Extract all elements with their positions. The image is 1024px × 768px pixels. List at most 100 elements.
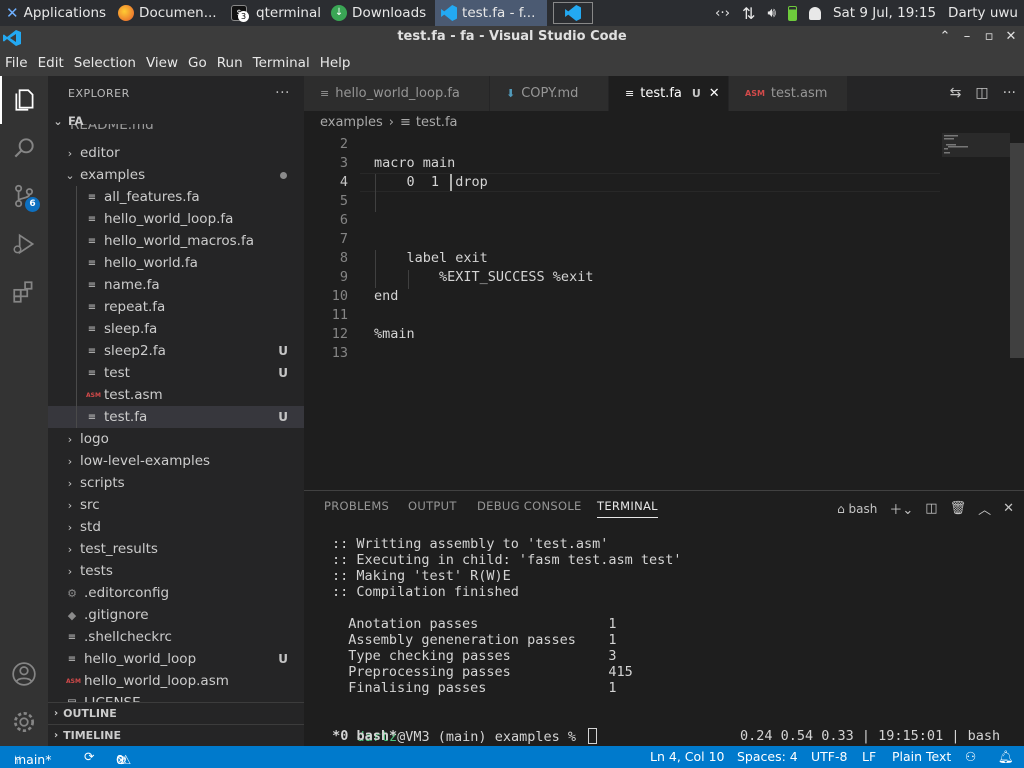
open-changes-icon[interactable]: ⇆: [950, 85, 962, 101]
source-control-activity[interactable]: 6: [0, 172, 48, 220]
manage-activity[interactable]: [0, 698, 48, 746]
split-editor-icon[interactable]: ◫: [975, 85, 988, 101]
tree-file[interactable]: ≡ test.fa U: [48, 406, 304, 428]
tree-folder[interactable]: › test_results: [48, 538, 304, 560]
sync-icon[interactable]: ⟳: [84, 749, 94, 764]
feedback-icon[interactable]: ⚇: [965, 749, 976, 764]
clock[interactable]: Sat 9 Jul, 19:15: [833, 5, 936, 21]
maximize-panel-icon[interactable]: ︿: [978, 499, 991, 518]
code-line[interactable]: %EXIT_SUCCESS %exit: [374, 269, 593, 285]
code-line[interactable]: 0 1 drop: [374, 174, 488, 190]
menu-file[interactable]: File: [0, 55, 33, 71]
tree-folder[interactable]: › scripts: [48, 472, 304, 494]
tab-debug-console[interactable]: DEBUG CONSOLE: [477, 499, 582, 513]
applications-menu[interactable]: ✕ Applications: [0, 0, 112, 26]
tree-file[interactable]: ≡ sleep.fa: [48, 318, 304, 340]
menu-edit[interactable]: Edit: [33, 55, 69, 71]
code-line[interactable]: end: [374, 288, 398, 304]
new-terminal-icon[interactable]: ＋⌄: [889, 499, 913, 518]
tree-file[interactable]: ≡ name.fa: [48, 274, 304, 296]
tree-file[interactable]: ≡ hello_world_loop.fa: [48, 208, 304, 230]
tree-folder[interactable]: › editor: [48, 142, 304, 164]
breadcrumb-folder[interactable]: examples: [320, 115, 383, 130]
tab-test-fa[interactable]: ≡ test.fa U ✕: [609, 76, 729, 111]
window-minimize-button[interactable]: –: [958, 28, 976, 46]
user-name[interactable]: Darty uwu: [948, 5, 1018, 21]
tree-file[interactable]: ASM test.asm: [48, 384, 304, 406]
tree-file[interactable]: ≡ hello_world.fa: [48, 252, 304, 274]
explorer-activity[interactable]: [0, 76, 48, 124]
tree-file[interactable]: ◆ .gitignore: [48, 604, 304, 626]
cursor-position[interactable]: Ln 4, Col 10: [650, 749, 725, 764]
taskbar-downloads[interactable]: ↓ Downloads: [325, 0, 435, 26]
code-line[interactable]: macro main: [374, 155, 455, 171]
tab-copy-md[interactable]: ⬇ COPY.md: [490, 76, 609, 111]
tree-folder[interactable]: › tests: [48, 560, 304, 582]
indentation[interactable]: Spaces: 4: [737, 749, 798, 764]
code-editor[interactable]: 2 3 macro main 4 0 1 drop 5 6 7 8 label exit 9 %…: [304, 133, 1024, 490]
close-tab-icon[interactable]: ✕: [709, 86, 720, 101]
run-debug-activity[interactable]: [0, 220, 48, 268]
window-title: test.fa - fa - Visual Studio Code: [397, 29, 627, 44]
search-activity[interactable]: [0, 124, 48, 172]
battery-icon[interactable]: [787, 5, 797, 21]
minimize-icon[interactable]: ⌃: [936, 28, 954, 46]
more-actions-icon[interactable]: ···: [1003, 85, 1016, 101]
tab-test-asm[interactable]: ASM test.asm: [729, 76, 848, 111]
close-window-button[interactable]: ✕: [1002, 28, 1020, 46]
maximize-button[interactable]: ▫: [980, 28, 998, 46]
notifications-icon[interactable]: [808, 6, 821, 20]
tree-file[interactable]: ≡ test U: [48, 362, 304, 384]
menu-help[interactable]: Help: [315, 55, 356, 71]
language-mode[interactable]: Plain Text: [892, 749, 951, 764]
taskbar-vscode[interactable]: test.fa - f...: [435, 0, 548, 26]
volume-icon[interactable]: 🔊︎: [767, 5, 776, 21]
tab-terminal[interactable]: TERMINAL: [597, 499, 658, 518]
menu-run[interactable]: Run: [212, 55, 248, 71]
accounts-activity[interactable]: [0, 650, 48, 698]
tree-file[interactable]: ⚙ .editorconfig: [48, 582, 304, 604]
tab-problems[interactable]: PROBLEMS: [324, 499, 389, 513]
encoding[interactable]: UTF-8: [811, 749, 847, 764]
extensions-activity[interactable]: [0, 268, 48, 316]
minimap[interactable]: [940, 133, 1010, 490]
tree-file[interactable]: ≡ repeat.fa: [48, 296, 304, 318]
split-terminal-icon[interactable]: ◫: [925, 501, 937, 516]
tree-file[interactable]: ASM hello_world_loop.asm: [48, 670, 304, 692]
code-line[interactable]: %main: [374, 326, 415, 342]
close-panel-icon[interactable]: ✕: [1003, 501, 1014, 516]
network-transfer-icon[interactable]: ⇅: [742, 4, 755, 23]
tree-file[interactable]: ≡ .shellcheckrc: [48, 626, 304, 648]
tab-output[interactable]: OUTPUT: [408, 499, 457, 513]
taskbar-firefox[interactable]: Documen...: [112, 0, 225, 26]
breadcrumb-file[interactable]: test.fa: [416, 115, 458, 130]
tree-folder[interactable]: › low-level-examples: [48, 450, 304, 472]
tree-file[interactable]: ≡ all_features.fa: [48, 186, 304, 208]
notifications-bell-icon[interactable]: 🔔︎: [998, 749, 1014, 765]
tree-folder[interactable]: › std: [48, 516, 304, 538]
tree-file[interactable]: ≡ hello_world_loop U: [48, 648, 304, 670]
tree-folder[interactable]: › logo: [48, 428, 304, 450]
menu-terminal[interactable]: Terminal: [248, 55, 315, 71]
code-line[interactable]: label exit: [374, 250, 488, 266]
tmux-window-list: *0 bash*: [324, 728, 398, 744]
menu-view[interactable]: View: [141, 55, 183, 71]
tree-file[interactable]: ≡ hello_world_macros.fa: [48, 230, 304, 252]
network-code-icon[interactable]: ‹·›: [715, 5, 730, 21]
menu-selection[interactable]: Selection: [69, 55, 141, 71]
tree-folder[interactable]: ⌄ examples: [48, 164, 304, 186]
more-actions-icon[interactable]: ···: [275, 85, 290, 101]
taskbar-qterminal[interactable]: $ 3 qterminal: [225, 0, 325, 26]
outline-section[interactable]: › OUTLINE: [48, 702, 304, 724]
trash-icon[interactable]: 🗑︎: [950, 501, 967, 516]
partial-file-row[interactable]: README.md: [48, 124, 304, 136]
tree-folder[interactable]: › src: [48, 494, 304, 516]
workspace-switcher[interactable]: [553, 2, 594, 24]
end-of-line[interactable]: LF: [862, 749, 876, 764]
timeline-section[interactable]: › TIMELINE: [48, 724, 304, 746]
menu-go[interactable]: Go: [183, 55, 212, 71]
terminal-profile[interactable]: ⌂ bash: [837, 502, 877, 516]
vertical-scrollbar[interactable]: [1010, 143, 1024, 358]
tab-hello-world-loop[interactable]: ≡ hello_world_loop.fa: [304, 76, 490, 111]
tree-file[interactable]: ≡ sleep2.fa U: [48, 340, 304, 362]
